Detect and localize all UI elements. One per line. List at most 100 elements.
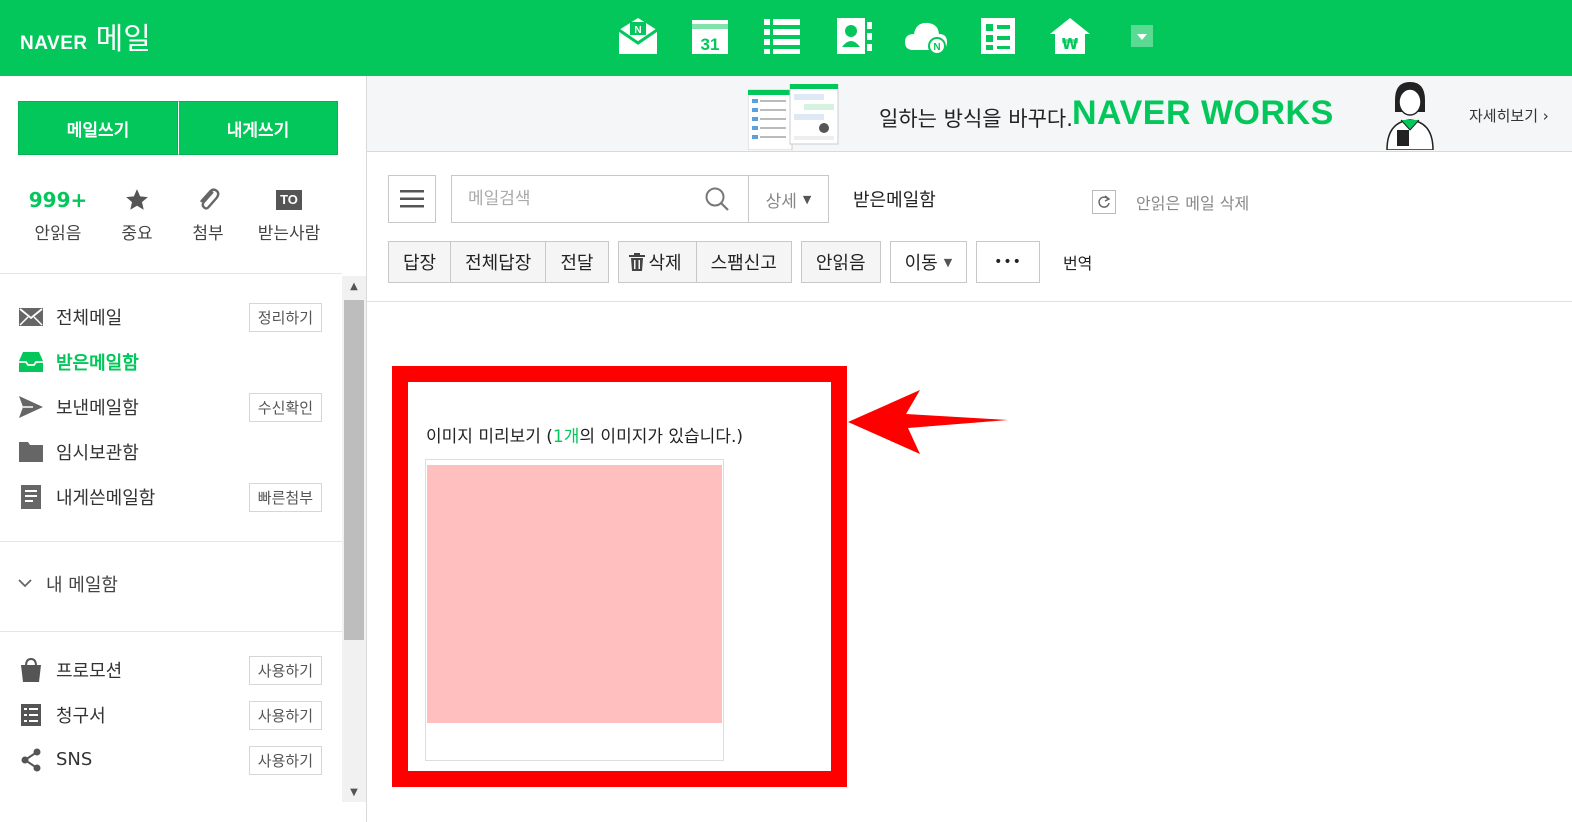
mark-unread-button[interactable]: 안읽음 [802,242,880,282]
trash-icon [628,253,645,271]
use-button[interactable]: 사용하기 [248,746,322,775]
extra-folder-list: 프로모션 사용하기 청구서 사용하기 SNS 사용하기 [0,647,342,782]
delete-label: 삭제 [648,253,682,274]
report-spam-button[interactable]: 스팸신고 [695,242,791,282]
scroll-down-icon[interactable]: ▼ [342,782,366,802]
quick-filter-unread[interactable]: 999+ 안읽음 [18,184,98,244]
folder-all-mail[interactable]: 전체메일 정리하기 [0,294,342,339]
use-button[interactable]: 사용하기 [248,701,322,730]
folder-name: 보낸메일함 [56,397,139,419]
my-mailbox-toggle[interactable]: 내 메일함 [18,571,118,597]
bag-icon [18,657,44,683]
scroll-thumb[interactable] [344,300,364,640]
hamburger-menu-icon[interactable] [388,175,436,223]
preview-title-suffix: 의 이미지가 있습니다.) [579,427,743,447]
translate-button[interactable]: 번역 [1063,250,1092,274]
folder-name: 전체메일 [56,307,123,329]
quick-filters: 999+ 안읽음 중요 첨부 TO 받는사람 [18,184,338,244]
red-arrow-annotation [848,390,1008,454]
banner-slogan: 일하는 방식을 바꾸다. [879,107,1073,131]
quick-attach-button[interactable]: 빠른첨부 [248,483,322,512]
folder-drafts[interactable]: 임시보관함 [0,429,342,474]
top-bar: NAVER 메일 N 31 N ₩ [0,0,1572,76]
folder-name: SNS [56,749,93,770]
folder-inbox[interactable]: 받은메일함 [0,339,342,384]
folder-promotion[interactable]: 프로모션 사용하기 [0,647,342,692]
compose-to-self-button[interactable]: 내게쓰기 [178,101,338,155]
calendar-icon[interactable]: 31 [686,12,734,60]
search-icon[interactable] [692,186,742,212]
quick-filter-attachment[interactable]: 첨부 [176,184,240,244]
caret-down-icon: ▼ [943,255,953,269]
move-dropdown[interactable]: 이동 ▼ [891,242,967,282]
sidebar-scrollbar[interactable]: ▲ ▼ [342,276,366,802]
my-mailbox-label: 내 메일함 [46,575,118,596]
bill-icon [18,702,44,728]
svg-text:N: N [933,42,940,53]
more-actions-button[interactable]: ••• [977,242,1039,282]
quick-filter-important[interactable]: 중요 [98,184,176,244]
folder-name: 임시보관함 [56,442,139,464]
toolbar-divider [367,301,1572,302]
refresh-icon[interactable] [1092,190,1116,214]
folder-bills[interactable]: 청구서 사용하기 [0,692,342,737]
naver-mail-logo[interactable]: NAVER 메일 [20,14,151,58]
memo-icon[interactable] [974,12,1022,60]
organize-button[interactable]: 정리하기 [248,303,322,332]
move-group: 이동 ▼ [889,241,968,283]
image-thumbnail-frame[interactable] [425,459,724,761]
naver-works-banner[interactable]: 일하는 방식을 바꾸다. NAVER WORKS 자세히보기 › [367,76,1572,152]
divider [0,541,342,542]
delete-unread-link[interactable]: 안읽은 메일 삭제 [1136,190,1249,214]
image-count: 1개 [552,427,580,447]
detail-search-dropdown[interactable]: 상세 ▼ [749,175,829,223]
svg-text:N: N [634,25,641,36]
quick-filter-label: 받는사람 [257,224,321,244]
svg-text:31: 31 [701,35,720,54]
divider [0,273,342,274]
folder-sns[interactable]: SNS 사용하기 [0,737,342,782]
inbox-icon [18,349,44,375]
folder-icon [18,439,44,465]
use-button[interactable]: 사용하기 [248,656,322,685]
image-preview-title: 이미지 미리보기 (1개의 이미지가 있습니다.) [426,422,743,447]
svg-text:₩: ₩ [1062,35,1079,53]
image-thumbnail[interactable] [427,465,722,723]
cloud-icon[interactable]: N [902,12,950,60]
forward-button[interactable]: 전달 [545,242,607,282]
banner-more-link[interactable]: 자세히보기 › [1469,105,1549,126]
chevron-down-icon [18,576,32,592]
read-receipt-button[interactable]: 수신확인 [248,393,322,422]
delete-button[interactable]: 삭제 [619,242,696,282]
current-folder-title: 받은메일함 [853,190,936,211]
caret-down-icon: ▼ [802,192,812,206]
divider [0,631,342,632]
list-icon[interactable] [758,12,806,60]
naver-logo-text: NAVER [20,33,88,54]
folder-sent[interactable]: 보낸메일함 수신확인 [0,384,342,429]
reply-group: 답장 전체답장 전달 [388,241,609,283]
unread-group: 안읽음 [800,241,881,283]
folder-name: 내게쓴메일함 [56,487,156,509]
reply-all-button[interactable]: 전체답장 [450,242,545,282]
send-icon [18,394,44,420]
pay-icon[interactable]: ₩ [1046,12,1094,60]
person-illustration [1379,78,1441,154]
quick-filter-label: 안읽음 [34,224,82,244]
quick-filter-label: 중요 [121,224,153,244]
contacts-icon[interactable] [830,12,878,60]
unread-count: 999+ [28,188,88,212]
reply-button[interactable]: 답장 [389,242,450,282]
compose-mail-button[interactable]: 메일쓰기 [18,101,178,155]
folder-name: 프로모션 [56,660,123,682]
mail-search-input[interactable] [452,177,692,221]
delete-group: 삭제 스팸신고 [617,241,792,283]
scroll-up-icon[interactable]: ▲ [342,276,366,296]
more-dropdown-icon[interactable] [1118,12,1166,60]
naver-works-logo: NAVER WORKS [1072,94,1334,132]
mail-icon[interactable]: N [614,12,662,60]
to-badge-icon: TO [240,184,338,216]
more-group: ••• [976,241,1040,283]
quick-filter-to-me[interactable]: TO 받는사람 [240,184,338,244]
folder-sent-to-self[interactable]: 내게쓴메일함 빠른첨부 [0,474,342,519]
